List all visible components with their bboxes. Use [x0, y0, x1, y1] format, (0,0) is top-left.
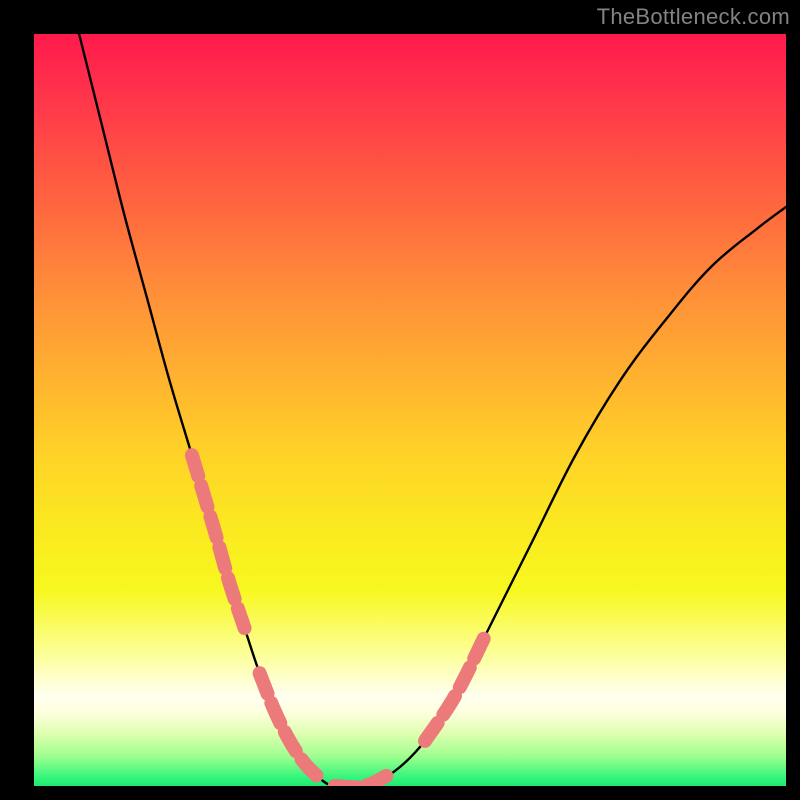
plot-area — [34, 34, 786, 786]
curve-layer — [34, 34, 786, 786]
highlight-segment — [260, 673, 320, 778]
bottleneck-curve — [79, 34, 786, 786]
highlight-segment — [425, 636, 485, 741]
highlight-segments — [192, 455, 485, 786]
highlight-segment — [192, 455, 245, 628]
watermark-text: TheBottleneck.com — [597, 4, 790, 30]
chart-frame: TheBottleneck.com — [0, 0, 800, 800]
highlight-segment — [335, 771, 395, 786]
